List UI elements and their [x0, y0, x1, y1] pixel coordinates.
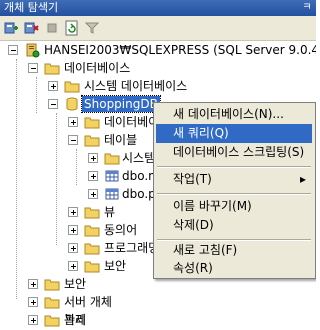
table-icon	[104, 186, 120, 202]
expand-icon[interactable]	[68, 225, 78, 235]
database-icon	[64, 96, 80, 112]
menu-item-new-database[interactable]: 새 데이터베이스(N)...	[156, 105, 312, 124]
menu-separator	[157, 193, 311, 195]
folder-icon	[84, 204, 100, 220]
menu-item-properties[interactable]: 속성(R)	[156, 259, 312, 278]
tree-node-databases[interactable]: 데이터베이스	[0, 59, 316, 77]
object-explorer-window: 개체 탐색기 ㅋ HANSEI2003₩SQLEXPRESS (SQL Serv…	[0, 0, 316, 330]
disconnect-icon[interactable]	[24, 20, 40, 36]
folder-icon	[44, 312, 60, 328]
expand-icon[interactable]	[28, 297, 38, 307]
databases-label: 데이터베이스	[64, 61, 131, 75]
menu-item-rename[interactable]: 이름 바꾸기(M)	[156, 197, 312, 216]
system-databases-label: 시스템 데이터베이스	[84, 79, 188, 93]
server-objects-label: 서버 개체	[64, 295, 112, 309]
programmability-label: 프로그래밍	[104, 241, 160, 255]
expand-icon[interactable]	[28, 279, 38, 289]
refresh-icon[interactable]	[64, 20, 80, 36]
expand-icon[interactable]	[68, 261, 78, 271]
menu-separator	[157, 166, 311, 168]
expand-icon[interactable]	[88, 189, 98, 199]
folder-icon	[84, 240, 100, 256]
menu-item-tasks[interactable]: 작업(T) ▸	[156, 170, 312, 189]
window-title: 개체 탐색기	[4, 1, 59, 14]
menu-item-new-query[interactable]: 새 쿼리(Q)	[156, 124, 312, 143]
table-icon	[104, 168, 120, 184]
menu-item-refresh[interactable]: 새로 고침(F)	[156, 241, 312, 260]
folder-icon	[84, 114, 100, 130]
menu-item-delete[interactable]: 삭제(D)	[156, 216, 312, 235]
views-label: 뷰	[104, 205, 116, 219]
collapse-icon[interactable]	[8, 45, 18, 55]
shoppingdb-label: ShoppingDB	[81, 95, 161, 113]
collapse-icon[interactable]	[28, 63, 38, 73]
context-menu: 새 데이터베이스(N)... 새 쿼리(Q) 데이터베이스 스크립팅(S) 작업…	[153, 102, 316, 279]
toolbar	[0, 16, 316, 41]
expand-icon[interactable]	[88, 171, 98, 181]
filter-icon[interactable]	[84, 20, 100, 36]
menu-item-script-database[interactable]: 데이터베이스 스크립팅(S)	[156, 143, 312, 162]
server-label: HANSEI2003₩SQLEXPRESS (SQL Server 9.0.40…	[44, 43, 316, 57]
expand-icon[interactable]	[68, 117, 78, 127]
expand-icon[interactable]	[28, 315, 38, 325]
collapse-icon[interactable]	[48, 99, 58, 109]
folder-icon	[104, 150, 120, 166]
folder-icon	[84, 132, 100, 148]
expand-icon[interactable]	[48, 81, 58, 91]
folder-icon	[44, 294, 60, 310]
db-security-label: 보안	[104, 259, 127, 273]
tables-label: 테이블	[104, 133, 138, 147]
submenu-arrow-icon: ▸	[299, 172, 306, 186]
system-tables-label: 시스템	[122, 151, 156, 165]
tree-node-server[interactable]: HANSEI2003₩SQLEXPRESS (SQL Server 9.0.40…	[0, 41, 316, 59]
tree-node-management-row[interactable]: 관리	[0, 311, 316, 329]
server-icon	[24, 42, 40, 58]
management-label: 관리	[64, 313, 87, 327]
table-label: dbo.p	[122, 187, 156, 201]
folder-icon	[64, 78, 80, 94]
folder-icon	[44, 60, 60, 76]
stop-icon[interactable]	[44, 20, 60, 36]
expand-icon[interactable]	[68, 243, 78, 253]
expand-icon[interactable]	[88, 153, 98, 163]
title-bar[interactable]: 개체 탐색기 ㅋ	[0, 0, 316, 16]
folder-icon	[44, 276, 60, 292]
diagrams-label: 데이터베이	[104, 115, 160, 129]
tree-node-server-objects[interactable]: 서버 개체	[0, 293, 316, 311]
tree-node-system-databases[interactable]: 시스템 데이터베이스	[0, 77, 316, 95]
folder-icon	[84, 222, 100, 238]
folder-icon	[84, 258, 100, 274]
synonyms-label: 동의어	[104, 223, 138, 237]
expand-icon[interactable]	[68, 207, 78, 217]
collapse-icon[interactable]	[68, 135, 78, 145]
pin-icon[interactable]: ㅋ	[300, 1, 314, 15]
security-label: 보안	[64, 277, 87, 291]
connect-icon[interactable]	[4, 20, 20, 36]
